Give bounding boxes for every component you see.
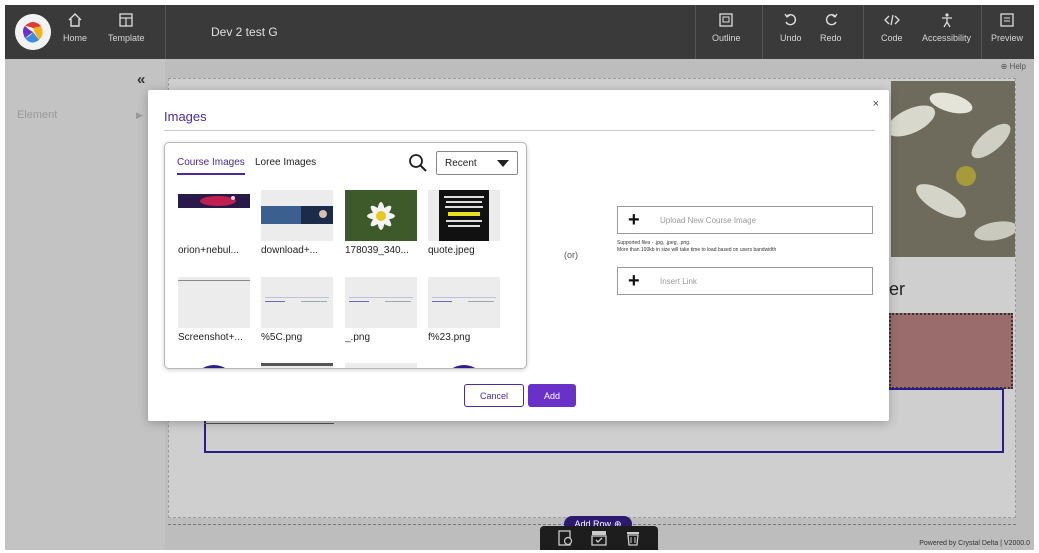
close-icon[interactable]: × bbox=[873, 98, 879, 110]
active-tab-indicator bbox=[177, 173, 245, 175]
image-thumbnail-page[interactable] bbox=[261, 277, 333, 328]
image-label: quote.jpeg bbox=[428, 245, 475, 256]
powered-by-footer: Powered by Crystal Delta | V2000.0 bbox=[919, 540, 1030, 547]
modal-divider bbox=[164, 130, 875, 131]
preview-button[interactable]: Preview bbox=[991, 12, 1023, 52]
bottom-action-toolbar bbox=[540, 526, 658, 550]
canvas-colored-block[interactable] bbox=[889, 313, 1013, 389]
accessibility-icon bbox=[941, 13, 952, 28]
image-label: %5C.png bbox=[261, 332, 303, 343]
tab-course-images[interactable]: Course Images bbox=[177, 157, 245, 168]
redo-button-label: Redo bbox=[820, 33, 842, 43]
toolbar-divider bbox=[981, 5, 982, 59]
image-label: 178039_340... bbox=[345, 245, 409, 256]
preview-icon bbox=[1000, 13, 1014, 27]
toolbar-divider bbox=[165, 5, 166, 59]
upload-image-label: Upload New Course Image bbox=[660, 215, 757, 225]
sidebar-item-element[interactable]: Element bbox=[17, 109, 57, 121]
element-sidebar: « Element ▶ bbox=[5, 59, 165, 550]
home-button[interactable]: Home bbox=[63, 12, 87, 52]
home-button-label: Home bbox=[63, 33, 88, 43]
image-label: f%23.png bbox=[428, 332, 471, 343]
image-thumbnail-daisy[interactable] bbox=[345, 190, 417, 241]
image-thumbnail-partial[interactable] bbox=[178, 363, 250, 368]
preview-button-label: Preview bbox=[991, 33, 1024, 43]
template-icon bbox=[119, 13, 133, 27]
image-label: _.png bbox=[345, 332, 371, 343]
undo-icon bbox=[784, 13, 796, 26]
accessibility-button-label: Accessibility bbox=[922, 33, 972, 43]
trash-icon[interactable] bbox=[624, 529, 642, 547]
upload-image-button[interactable]: + Upload New Course Image bbox=[617, 206, 873, 234]
top-toolbar: Home Template Dev 2 test G Outline Undo … bbox=[5, 5, 1034, 59]
redo-icon bbox=[825, 13, 838, 26]
template-button[interactable]: Template bbox=[108, 12, 145, 52]
collapse-sidebar-icon[interactable]: « bbox=[137, 71, 145, 88]
image-label: orion+nebul... bbox=[178, 245, 239, 256]
caret-down-icon bbox=[497, 159, 509, 167]
tab-loree-images[interactable]: Loree Images bbox=[255, 157, 316, 168]
insert-link-button[interactable]: + Insert Link bbox=[617, 267, 873, 295]
help-link[interactable]: ⊕ Help bbox=[1001, 62, 1026, 71]
canvas-daisy-image[interactable] bbox=[891, 81, 1015, 257]
document-title[interactable]: Dev 2 test G bbox=[211, 25, 278, 39]
images-modal: Images × Course Images Loree Images Rece… bbox=[148, 90, 889, 421]
toolbar-divider bbox=[695, 5, 696, 59]
sort-select-value: Recent bbox=[445, 157, 477, 169]
undo-button[interactable]: Undo bbox=[780, 12, 802, 52]
image-thumbnail-page[interactable] bbox=[345, 277, 417, 328]
sort-select[interactable]: Recent bbox=[436, 151, 518, 175]
redo-button[interactable]: Redo bbox=[820, 12, 842, 52]
code-button[interactable]: Code bbox=[881, 12, 903, 52]
chevron-right-icon: ▶ bbox=[136, 110, 143, 120]
modal-title: Images bbox=[164, 109, 207, 124]
app-logo-icon[interactable] bbox=[15, 14, 51, 50]
image-thumbnail-screenshot[interactable] bbox=[178, 277, 250, 328]
search-icon[interactable] bbox=[408, 153, 428, 173]
undo-button-label: Undo bbox=[780, 33, 802, 43]
toolbar-divider bbox=[762, 5, 763, 59]
template-button-label: Template bbox=[108, 33, 145, 43]
outline-button[interactable]: Outline bbox=[712, 12, 741, 52]
image-thumbnail-page[interactable] bbox=[428, 277, 500, 328]
insert-link-label: Insert Link bbox=[660, 276, 697, 286]
cancel-button[interactable]: Cancel bbox=[464, 384, 524, 407]
plus-icon: + bbox=[628, 209, 640, 231]
canvas-heading-text[interactable]: er bbox=[889, 279, 905, 300]
image-label: Screenshot+... bbox=[178, 332, 243, 343]
image-thumbnail-partial[interactable] bbox=[345, 363, 417, 368]
canvas-divider-line bbox=[204, 423, 334, 424]
image-picker-panel: Course Images Loree Images Recent orion+… bbox=[164, 142, 527, 369]
file-size-warning: More than 100kb in size will take time t… bbox=[617, 247, 777, 253]
add-button[interactable]: Add bbox=[528, 384, 576, 407]
accessibility-button[interactable]: Accessibility bbox=[922, 12, 971, 52]
code-icon bbox=[883, 14, 900, 26]
supported-files-line: Supported files - .jpg, .jpeg, .png. bbox=[617, 240, 691, 246]
image-thumbnail-quote[interactable] bbox=[428, 190, 500, 241]
plus-icon: + bbox=[628, 270, 640, 292]
home-icon bbox=[68, 13, 82, 27]
code-button-label: Code bbox=[881, 33, 903, 43]
image-thumbnail-partial[interactable] bbox=[261, 363, 333, 368]
image-thumbnail-download[interactable] bbox=[261, 190, 333, 241]
toolbar-divider bbox=[863, 5, 864, 59]
or-separator: (or) bbox=[564, 250, 578, 260]
save-template-icon[interactable] bbox=[556, 529, 574, 547]
outline-icon bbox=[719, 13, 733, 27]
outline-button-label: Outline bbox=[712, 33, 741, 43]
supported-files-note: Supported files - .jpg, .jpeg, .png. Mor… bbox=[617, 240, 776, 254]
image-thumbnail-orion[interactable] bbox=[178, 190, 250, 241]
image-label: download+... bbox=[261, 245, 318, 256]
image-thumbnail-partial[interactable] bbox=[428, 363, 500, 368]
save-check-icon[interactable] bbox=[590, 529, 608, 547]
